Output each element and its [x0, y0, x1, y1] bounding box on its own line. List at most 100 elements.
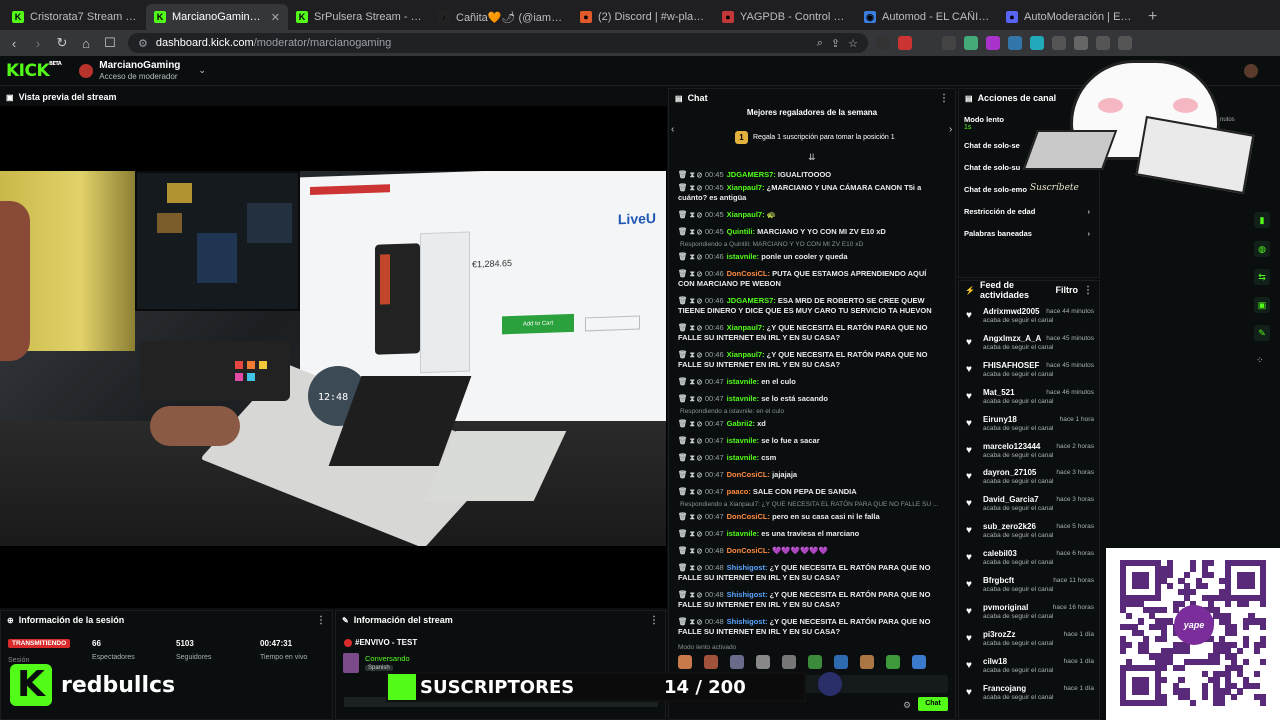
mod-tools-icon[interactable]: 🗑 ⧗ ⊘: [678, 170, 702, 179]
message-user[interactable]: DonCosiCL:: [727, 546, 770, 555]
chat-message[interactable]: 🗑 ⧗ ⊘ 00:47 istavnile: csm: [678, 453, 943, 463]
chat-message[interactable]: 🗑 ⧗ ⊘ 00:48 Shishigost: ¿Y QUE NECESITA EL…: [678, 563, 943, 583]
feed-item[interactable]: ♥ pvmoriginal acaba de seguir el canal hace…: [966, 603, 1096, 627]
browser-tab[interactable]: ● (2) Discord | #w-place | EL CAÑ: [572, 4, 714, 30]
feed-item[interactable]: ♥ David_Garcia7 acaba de seguir el canal ha…: [966, 495, 1096, 519]
mod-tools-icon[interactable]: 🗑 ⧗ ⊘: [678, 487, 702, 496]
brave-rewards-icon[interactable]: [898, 36, 912, 50]
mod-tools-icon[interactable]: 🗑 ⧗ ⊘: [678, 227, 702, 236]
chat-message[interactable]: 🗑 ⧗ ⊘ 00:46 DonCosiCL: PUTA QUE ESTAMOS AP…: [678, 269, 943, 289]
emote-icon[interactable]: [860, 655, 874, 669]
mod-tools-icon[interactable]: 🗑 ⧗ ⊘: [678, 546, 702, 555]
chevron-left-icon[interactable]: ‹: [671, 124, 674, 135]
chat-message[interactable]: 🗑 ⧗ ⊘ 00:45 Quintili: MARCIANO Y YO CON MI…: [678, 227, 943, 237]
message-user[interactable]: istavnile:: [727, 436, 760, 445]
more-icon[interactable]: ⋮: [316, 615, 326, 626]
chat-message[interactable]: 🗑 ⧗ ⊘ 00:47 istavnile: en el culo: [678, 377, 943, 387]
bookmark-icon[interactable]: ☐: [100, 35, 120, 51]
browser-tab[interactable]: ● YAGPDB - Control Panel | EL C: [714, 4, 856, 30]
back-icon[interactable]: ‹: [4, 36, 24, 51]
emote-icon[interactable]: [912, 655, 926, 669]
rail-icon[interactable]: ⇆: [1254, 269, 1270, 285]
mod-tools-icon[interactable]: 🗑 ⧗ ⊘: [678, 470, 702, 479]
message-user[interactable]: istavnile:: [727, 377, 760, 386]
emote-icon[interactable]: [782, 655, 796, 669]
mod-tools-icon[interactable]: 🗑 ⧗ ⊘: [678, 529, 702, 538]
feed-item[interactable]: ♥ Eiruny18 acaba de seguir el canal hace 1 …: [966, 415, 1096, 439]
emote-icon[interactable]: [834, 655, 848, 669]
rail-icon[interactable]: ▮: [1254, 212, 1270, 228]
chat-message[interactable]: 🗑 ⧗ ⊘ 00:45 JDGAMERS7: IGUALITOOOO: [678, 170, 943, 180]
mod-tools-icon[interactable]: 🗑 ⧗ ⊘: [678, 617, 702, 626]
chat-rail-icon[interactable]: ◍: [1254, 241, 1270, 257]
chat-message[interactable]: 🗑 ⧗ ⊘ 00:47 istavnile: es una traviesa el …: [678, 529, 943, 539]
mod-tools-icon[interactable]: 🗑 ⧗ ⊘: [678, 419, 702, 428]
message-user[interactable]: DonCosiCL:: [727, 269, 770, 278]
mod-tools-icon[interactable]: 🗑 ⧗ ⊘: [678, 269, 702, 278]
extension-icon[interactable]: [942, 36, 956, 50]
chat-message[interactable]: 🗑 ⧗ ⊘ 00:46 Xianpaul7: ¿Y QUE NECESITA EL …: [678, 323, 943, 343]
address-bar[interactable]: ⚙ dashboard.kick.com/moderator/marcianog…: [128, 33, 868, 53]
extension-icon[interactable]: [1096, 36, 1110, 50]
chat-message[interactable]: 🗑 ⧗ ⊘ 00:47 Gabrii2: xd: [678, 419, 943, 429]
emote-icon[interactable]: [730, 655, 744, 669]
top-gifters-cta[interactable]: Regala 1 suscripción para tomar la posic…: [753, 134, 895, 141]
emote-icon[interactable]: [704, 655, 718, 669]
message-user[interactable]: JDGAMERS7:: [727, 296, 776, 305]
browser-tab[interactable]: ◉ Automod - EL CAÑITA - Dyno: [856, 4, 998, 30]
chat-message[interactable]: 🗑 ⧗ ⊘ 00:48 Shishigost: ¿Y QUE NECESITA EL…: [678, 617, 943, 637]
feed-item[interactable]: ♥ pi3rozZz acaba de seguir el canal hace 1 …: [966, 630, 1096, 654]
chat-message[interactable]: 🗑 ⧗ ⊘ 00:47 DonCosiCL: pero en su casa cas…: [678, 512, 943, 522]
emote-icon[interactable]: [886, 655, 900, 669]
mod-tools-icon[interactable]: 🗑 ⧗ ⊘: [678, 210, 702, 219]
message-user[interactable]: Quintili:: [727, 227, 755, 236]
mod-tools-icon[interactable]: 🗑 ⧗ ⊘: [678, 453, 702, 462]
brave-shield-icon[interactable]: [876, 36, 890, 50]
feed-item[interactable]: ♥ calebil03 acaba de seguir el canal hace 6…: [966, 549, 1096, 573]
more-icon[interactable]: ⋮: [649, 615, 659, 626]
chat-message[interactable]: 🗑 ⧗ ⊘ 00:47 DonCosiCL: jajajaja: [678, 470, 943, 480]
message-user[interactable]: Xianpaul7:: [727, 183, 765, 192]
star-icon[interactable]: ☆: [848, 37, 858, 50]
chat-message[interactable]: 🗑 ⧗ ⊘ 00:46 istavnile: ponle un cooler y q…: [678, 252, 943, 262]
new-tab-icon[interactable]: +: [1140, 4, 1165, 30]
chat-message[interactable]: 🗑 ⧗ ⊘ 00:47 istavnile: se lo está sacando: [678, 394, 943, 404]
extension-icon[interactable]: [1030, 36, 1044, 50]
feed-item[interactable]: ♥ Adrixmwd2005 acaba de seguir el canal hac…: [966, 307, 1096, 331]
mod-tools-icon[interactable]: 🗑 ⧗ ⊘: [678, 394, 702, 403]
emote-icon[interactable]: [756, 655, 770, 669]
chat-message[interactable]: 🗑 ⧗ ⊘ 00:48 DonCosiCL: 💜💜💜💜💜💜: [678, 546, 943, 556]
mod-tools-icon[interactable]: 🗑 ⧗ ⊘: [678, 436, 702, 445]
browser-tab[interactable]: K SrPulsera Stream - Kick Da: [288, 4, 430, 30]
extension-icon[interactable]: [1008, 36, 1022, 50]
share-icon[interactable]: ⇪: [831, 37, 840, 50]
message-user[interactable]: istavnile:: [727, 529, 760, 538]
emote-icon[interactable]: [678, 655, 692, 669]
chat-message[interactable]: 🗑 ⧗ ⊘ 00:46 Xianpaul7: ¿Y QUE NECESITA EL …: [678, 350, 943, 370]
feed-item[interactable]: ♥ sub_zero2k26 acaba de seguir el canal hac…: [966, 522, 1096, 546]
feed-item[interactable]: ♥ Angxlmzx_A_A acaba de seguir el canal hac…: [966, 334, 1096, 358]
message-user[interactable]: Gabrii2:: [727, 419, 755, 428]
kick-logo[interactable]: KICKBETA: [6, 61, 62, 81]
feed-item[interactable]: ♥ Bfrgbcft acaba de seguir el canal hace 11…: [966, 576, 1096, 600]
wrench-icon[interactable]: ✎: [1254, 325, 1270, 341]
stream-video[interactable]: LiveU €1,284.65 Add to Cart 12:48: [0, 171, 666, 546]
message-user[interactable]: istavnile:: [727, 453, 760, 462]
mod-tools-icon[interactable]: 🗑 ⧗ ⊘: [678, 296, 702, 305]
chat-message[interactable]: 🗑 ⧗ ⊘ 00:47 istavnile: se lo fue a sacar: [678, 436, 943, 446]
zoom-icon[interactable]: ⌕: [817, 37, 823, 50]
send-chat-button[interactable]: Chat: [918, 697, 948, 711]
message-user[interactable]: Xianpaul7:: [727, 210, 765, 219]
mod-action-item[interactable]: Palabras baneadas ›: [964, 229, 1094, 238]
more-icon[interactable]: ⋮: [1083, 285, 1093, 296]
pin-icon[interactable]: ⇊: [808, 152, 816, 163]
browser-tab[interactable]: K Cristorata7 Stream - Kick Dash: [4, 4, 146, 30]
more-icon[interactable]: ⋮: [939, 93, 949, 104]
mod-tools-icon[interactable]: 🗑 ⧗ ⊘: [678, 252, 702, 261]
message-user[interactable]: Shishigost:: [727, 590, 768, 599]
feed-item[interactable]: ♥ marcelo123444 acaba de seguir el canal ha…: [966, 442, 1096, 466]
feed-item[interactable]: ♥ Francojang acaba de seguir el canal hace …: [966, 684, 1096, 708]
message-user[interactable]: DonCosiCL:: [727, 512, 770, 521]
channel-switcher[interactable]: MarcianoGaming Acceso de moderador: [99, 60, 180, 82]
message-user[interactable]: Shishigost:: [727, 617, 768, 626]
